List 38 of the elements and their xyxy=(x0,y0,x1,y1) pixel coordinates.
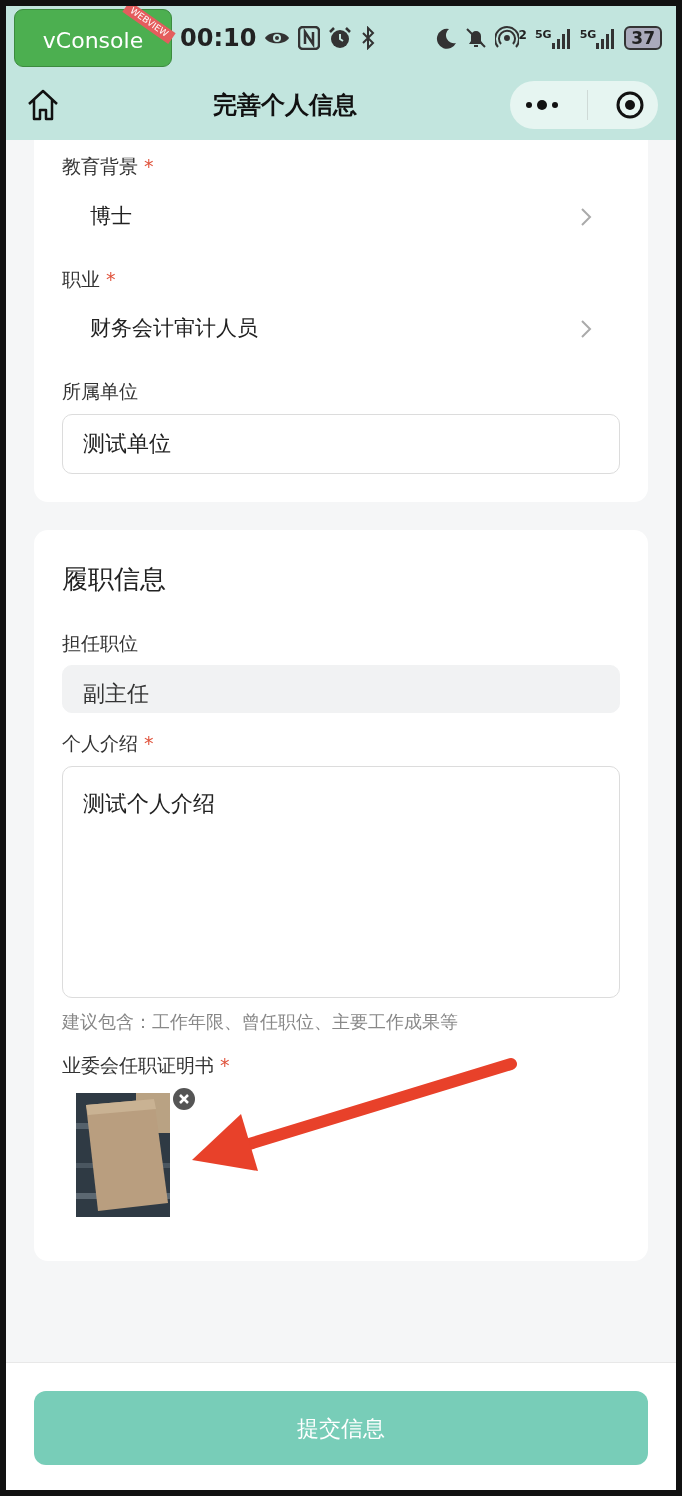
battery-level: 37 xyxy=(624,26,662,50)
status-time: 00:10 xyxy=(180,23,257,54)
picker-field[interactable]: 财务会计审计人员 xyxy=(62,299,620,359)
more-icon[interactable] xyxy=(523,100,560,110)
field-label: 担任职位 xyxy=(62,631,138,654)
home-icon[interactable] xyxy=(26,89,60,121)
remove-icon[interactable] xyxy=(173,1088,195,1110)
required-mark: * xyxy=(220,1053,230,1076)
field-label: 职业 xyxy=(62,267,100,290)
section-title: 履职信息 xyxy=(62,562,167,596)
field-label: 个人介绍 xyxy=(62,732,138,754)
bluetooth-icon xyxy=(360,26,377,50)
moon-icon xyxy=(434,27,457,49)
required-mark: * xyxy=(144,732,154,754)
menu-capsule[interactable] xyxy=(510,81,658,129)
hotspot-count: 2 xyxy=(518,27,527,44)
textarea-field[interactable]: 测试个人介绍 xyxy=(62,765,620,998)
muted-bell-icon xyxy=(464,27,487,49)
signal-icon xyxy=(551,27,572,49)
alarm-icon xyxy=(328,26,353,50)
hint-text: 建议包含：工作年限、曾任职位、主要工作成果等 xyxy=(62,1009,459,1034)
picker-field[interactable]: 博士 xyxy=(62,186,620,247)
field-label: 教育背景 xyxy=(62,155,138,177)
input-field: 副主任 xyxy=(62,665,620,713)
field-label: 业委会任职证明书 xyxy=(62,1053,214,1076)
page-title: 完善个人信息 xyxy=(212,90,358,121)
network-label: 5G xyxy=(579,27,597,43)
required-mark: * xyxy=(144,155,154,177)
chevron-right-icon xyxy=(580,206,592,227)
signal-icon xyxy=(596,27,617,49)
field-label: 所属单位 xyxy=(62,380,138,402)
hotspot-icon xyxy=(494,26,519,50)
input-field[interactable]: 测试单位 xyxy=(62,413,620,474)
network-label: 5G xyxy=(534,27,552,43)
required-mark: * xyxy=(106,267,116,290)
chevron-right-icon xyxy=(580,319,592,339)
close-mini-program-icon[interactable] xyxy=(614,90,645,120)
nfc-icon xyxy=(298,26,321,50)
